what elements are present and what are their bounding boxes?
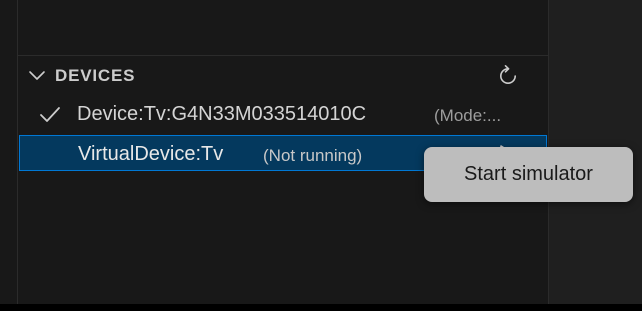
bottom-edge [0,304,642,311]
tooltip-text: Start simulator [464,163,593,185]
device-label: Device:Tv:G4N33M033514010C [77,103,367,125]
start-simulator-tooltip: Start simulator [424,147,633,202]
list-item-device[interactable]: Device:Tv:G4N33M033514010C (Mode:... [18,97,548,133]
chevron-down-icon[interactable] [27,70,47,82]
activity-bar [0,0,18,304]
devices-section-header[interactable]: DEVICES [18,57,548,95]
editor-window: DEVICES Device:Tv:G4N33M033514010C (Mode… [0,0,642,311]
device-mode-description: (Mode:... [434,106,502,125]
check-icon [40,107,60,122]
section-title: DEVICES [55,66,136,85]
panel-top-area [18,0,548,56]
virtual-device-status: (Not running) [263,146,363,165]
refresh-icon[interactable] [496,64,520,88]
virtual-device-label: VirtualDevice:Tv [78,143,224,165]
